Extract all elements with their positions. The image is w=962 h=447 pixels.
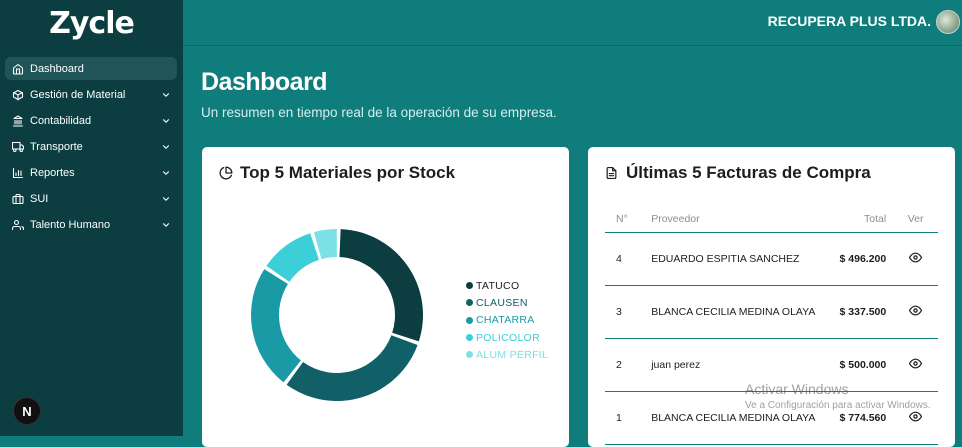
sidebar-item-label: Reportes xyxy=(30,166,75,179)
table-row: 3 BLANCA CECILIA MEDINA OLAYA $ 337.500 xyxy=(605,285,938,339)
cell-total: $ 337.500 xyxy=(817,285,894,339)
sidebar-item-transporte[interactable]: Transporte xyxy=(5,135,177,158)
materials-card: Top 5 Materiales por Stock TATUCO CLAUSEN… xyxy=(202,147,569,447)
sidebar: Zycle Dashboard Gestión de Material Contab… xyxy=(0,0,183,436)
sidebar-item-label: Transporte xyxy=(30,140,83,153)
cell-num: 2 xyxy=(605,338,651,392)
chevron-down-icon[interactable] xyxy=(161,194,171,204)
company-name: RECUPERA PLUS LTDA. xyxy=(767,13,931,29)
eye-icon[interactable] xyxy=(909,304,923,320)
cell-num: 4 xyxy=(605,232,651,286)
col-header-proveedor[interactable]: Proveedor xyxy=(650,205,818,233)
sidebar-item-gestion-de-material[interactable]: Gestión de Material xyxy=(5,83,177,106)
col-header-num[interactable]: N° xyxy=(605,205,651,233)
chevron-down-icon[interactable] xyxy=(161,142,171,152)
sidebar-item-reportes[interactable]: Reportes xyxy=(5,161,177,184)
invoices-card-title-text: Últimas 5 Facturas de Compra xyxy=(626,163,871,182)
truck-icon xyxy=(12,141,24,153)
slice-clausen[interactable] xyxy=(286,335,418,401)
legend-label: TATUCO xyxy=(476,279,520,292)
pie-chart-icon xyxy=(219,166,233,180)
table-row: 4 EDUARDO ESPITIA SANCHEZ $ 496.200 xyxy=(605,232,938,286)
legend-item[interactable]: POLICOLOR xyxy=(466,329,548,346)
file-text-icon xyxy=(605,166,619,180)
sidebar-item-sui[interactable]: SUI xyxy=(5,187,177,210)
top-bar: RECUPERA PLUS LTDA. xyxy=(183,0,962,46)
slice-chatarra[interactable] xyxy=(251,269,301,383)
legend-swatch xyxy=(466,299,473,307)
bar-chart-icon xyxy=(12,167,24,179)
legend-swatch xyxy=(466,334,473,342)
col-header-total[interactable]: Total xyxy=(817,205,894,233)
legend-item[interactable]: CHATARRA xyxy=(466,312,548,329)
chevron-down-icon[interactable] xyxy=(161,220,171,230)
cell-total: $ 496.200 xyxy=(817,232,894,286)
eye-icon[interactable] xyxy=(909,357,923,373)
home-icon xyxy=(12,63,24,75)
cell-num: 1 xyxy=(605,391,651,445)
sidebar-item-dashboard[interactable]: Dashboard xyxy=(5,57,177,80)
sidebar-item-label: Contabilidad xyxy=(30,114,92,127)
briefcase-icon xyxy=(12,193,24,205)
eye-icon[interactable] xyxy=(909,410,923,426)
bank-icon xyxy=(12,114,24,127)
cell-proveedor: BLANCA CECILIA MEDINA OLAYA xyxy=(650,285,818,339)
avatar[interactable] xyxy=(936,10,960,34)
cell-num: 3 xyxy=(605,285,651,339)
legend-label: CLAUSEN xyxy=(476,296,528,309)
table-header-row: N° Proveedor Total Ver xyxy=(605,205,938,233)
legend-label: ALUM PERFIL xyxy=(476,348,549,361)
page-subtitle: Un resumen en tiempo real de la operació… xyxy=(201,105,557,120)
legend-item[interactable]: ALUM PERFIL xyxy=(466,346,548,363)
legend-item[interactable]: CLAUSEN xyxy=(466,294,548,311)
materials-card-title-text: Top 5 Materiales por Stock xyxy=(240,163,456,182)
chevron-down-icon[interactable] xyxy=(161,90,171,100)
next-badge[interactable]: N xyxy=(13,397,41,425)
legend-swatch xyxy=(466,282,473,290)
users-icon xyxy=(12,219,24,231)
cell-proveedor: EDUARDO ESPITIA SANCHEZ xyxy=(650,232,818,286)
windows-activation-title: Activar Windows xyxy=(745,381,849,397)
page-title: Dashboard xyxy=(201,68,328,96)
sidebar-nav: Dashboard Gestión de Material Contabilidad… xyxy=(5,57,177,239)
slice-policolor[interactable] xyxy=(266,233,319,282)
chart-legend: TATUCO CLAUSEN CHATARRA POLICOLOR ALUM PERFI… xyxy=(466,277,548,363)
windows-activation-text: Ve a Configuración para activar Windows. xyxy=(745,400,931,411)
col-header-ver: Ver xyxy=(893,205,938,233)
app-logo[interactable]: Zycle xyxy=(0,6,183,41)
chevron-down-icon[interactable] xyxy=(161,168,171,178)
sidebar-item-label: Gestión de Material xyxy=(30,88,126,101)
sidebar-item-label: Dashboard xyxy=(30,62,84,75)
materials-card-title: Top 5 Materiales por Stock xyxy=(219,163,455,183)
slice-alum-perfil[interactable] xyxy=(313,229,337,260)
invoices-card-title: Últimas 5 Facturas de Compra xyxy=(605,163,871,183)
box-icon xyxy=(12,89,24,101)
legend-label: POLICOLOR xyxy=(476,331,540,344)
sidebar-item-talento-humano[interactable]: Talento Humano xyxy=(5,213,177,236)
eye-icon[interactable] xyxy=(909,251,923,267)
slice-tatuco[interactable] xyxy=(339,229,423,342)
legend-swatch xyxy=(466,316,473,324)
legend-swatch xyxy=(466,351,473,359)
materials-donut-chart xyxy=(251,229,423,401)
sidebar-item-label: Talento Humano xyxy=(30,218,111,231)
legend-item[interactable]: TATUCO xyxy=(466,277,548,294)
chevron-down-icon[interactable] xyxy=(161,116,171,126)
legend-label: CHATARRA xyxy=(476,314,535,327)
sidebar-item-contabilidad[interactable]: Contabilidad xyxy=(5,109,177,132)
sidebar-item-label: SUI xyxy=(30,192,49,205)
